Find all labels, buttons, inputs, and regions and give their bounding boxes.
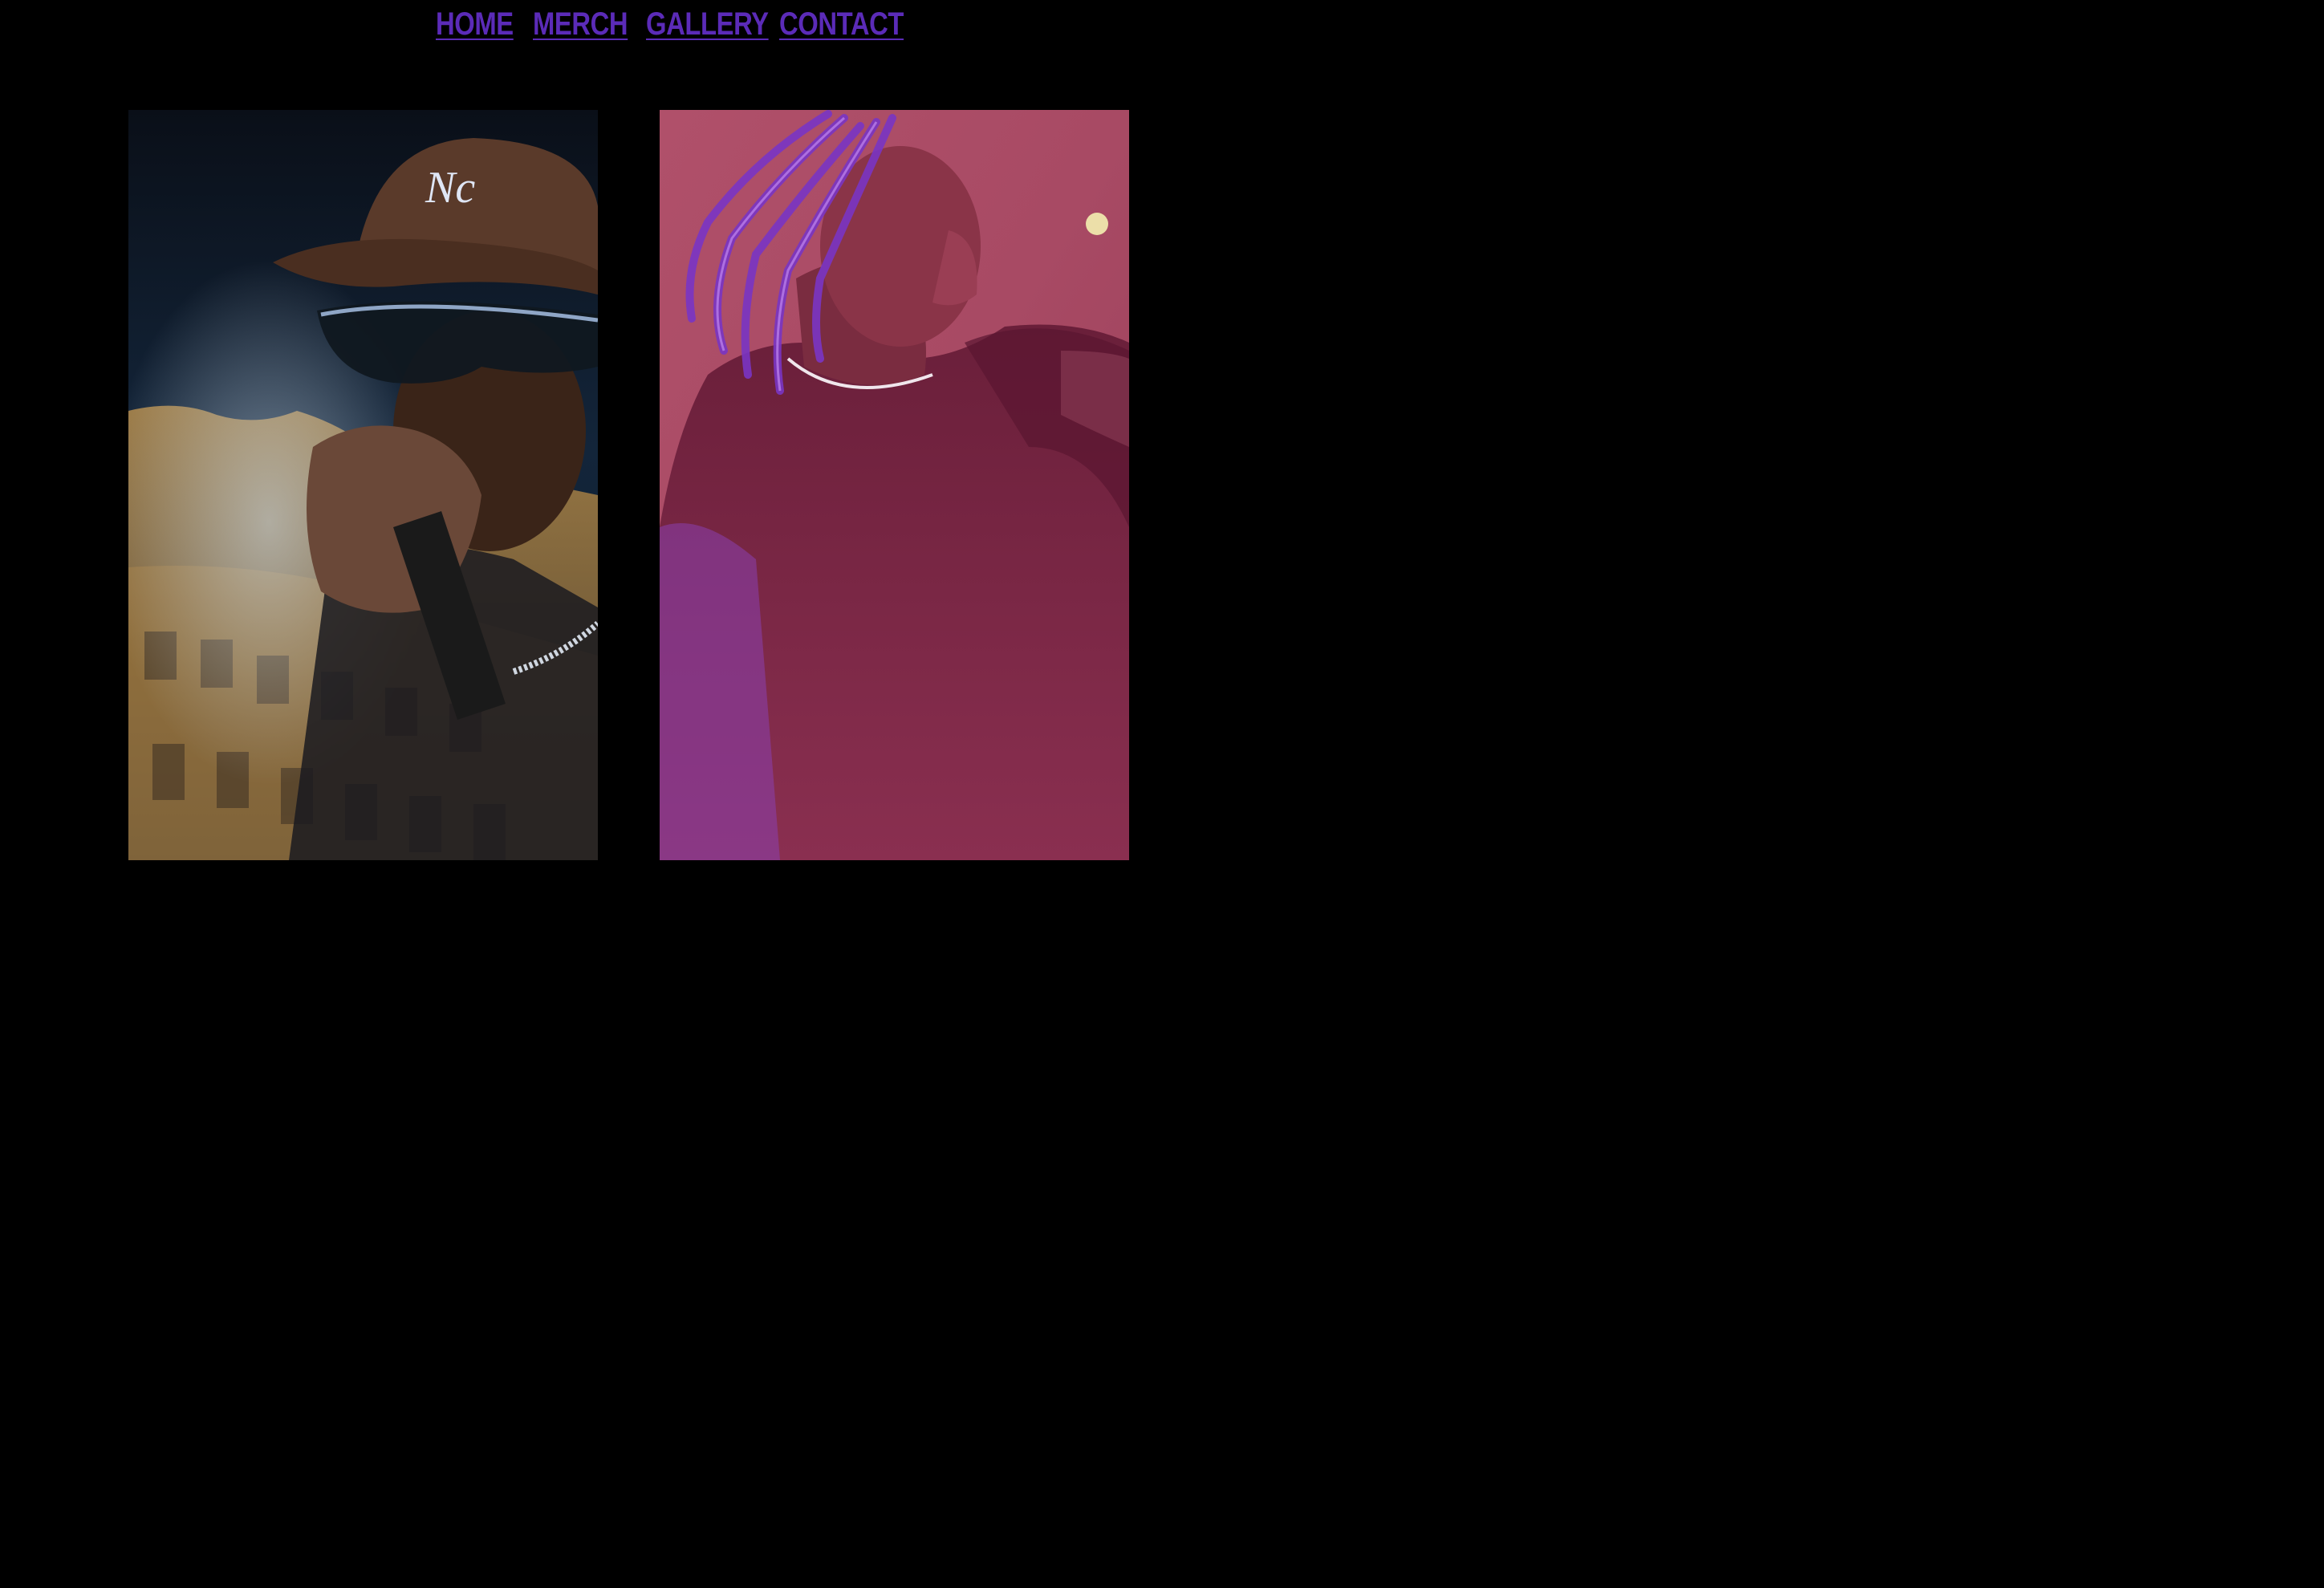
stage-light-icon (1086, 213, 1108, 235)
nav-merch-link[interactable]: Merch (533, 6, 628, 43)
performer-braids-image (660, 110, 1129, 860)
nav-home-link[interactable]: Home (436, 6, 514, 43)
gallery-photo-performer-braids[interactable] (660, 110, 1129, 860)
performer-cap-image: Nc (128, 110, 598, 860)
nav-contact-link[interactable]: Contact (779, 6, 904, 43)
main-nav: Home Merch Gallery Contact (436, 6, 904, 43)
page: Home Merch Gallery Contact (0, 0, 1258, 860)
nav-gallery-link[interactable]: Gallery (646, 6, 769, 43)
cap-logo-icon: Nc (425, 163, 475, 213)
gallery-photo-performer-cap[interactable]: Nc (128, 110, 598, 860)
